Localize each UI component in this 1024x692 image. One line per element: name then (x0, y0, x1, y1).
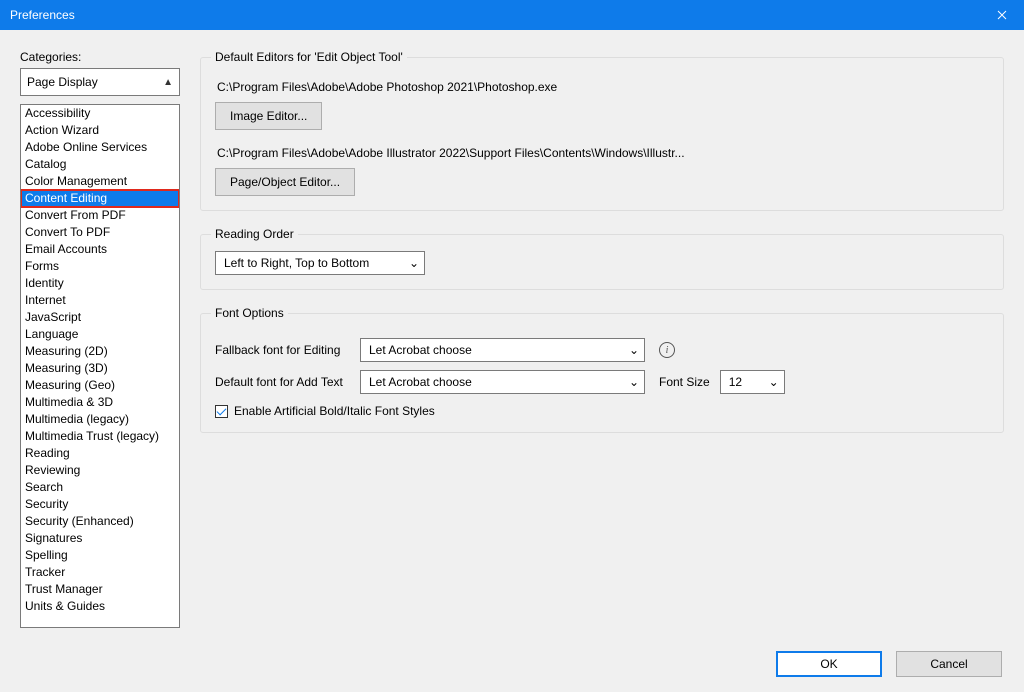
default-font-value: Let Acrobat choose (369, 375, 472, 389)
category-item[interactable]: Tracker (21, 564, 179, 581)
category-item[interactable]: Reading (21, 445, 179, 462)
category-item[interactable]: Signatures (21, 530, 179, 547)
cancel-button[interactable]: Cancel (896, 651, 1002, 677)
fallback-font-value: Let Acrobat choose (369, 343, 472, 357)
chevron-down-icon: ⌄ (626, 343, 642, 357)
category-item[interactable]: Color Management (21, 173, 179, 190)
image-editor-button[interactable]: Image Editor... (215, 102, 322, 130)
font-options-legend: Font Options (211, 306, 288, 320)
default-editors-legend: Default Editors for 'Edit Object Tool' (211, 50, 407, 64)
enable-artificial-row: Enable Artificial Bold/Italic Font Style… (215, 404, 989, 418)
category-item[interactable]: Trust Manager (21, 581, 179, 598)
chevron-down-icon: ⌄ (626, 375, 642, 389)
category-item[interactable]: Catalog (21, 156, 179, 173)
page-display-value: Page Display (27, 75, 98, 89)
category-item[interactable]: Multimedia & 3D (21, 394, 179, 411)
default-font-label: Default font for Add Text (215, 375, 360, 389)
enable-artificial-label: Enable Artificial Bold/Italic Font Style… (234, 404, 435, 418)
category-item[interactable]: Identity (21, 275, 179, 292)
page-editor-path: C:\Program Files\Adobe\Adobe Illustrator… (217, 146, 989, 160)
default-font-select[interactable]: Let Acrobat choose ⌄ (360, 370, 645, 394)
default-font-row: Default font for Add Text Let Acrobat ch… (215, 370, 989, 394)
category-item[interactable]: Accessibility (21, 105, 179, 122)
fallback-font-select[interactable]: Let Acrobat choose ⌄ (360, 338, 645, 362)
category-item[interactable]: Internet (21, 292, 179, 309)
categories-label: Categories: (20, 50, 180, 64)
dialog-body: Categories: Page Display ▲ Accessibility… (0, 30, 1024, 636)
category-item[interactable]: Adobe Online Services (21, 139, 179, 156)
settings-panel: Default Editors for 'Edit Object Tool' C… (200, 50, 1004, 636)
category-item[interactable]: Multimedia (legacy) (21, 411, 179, 428)
chevron-up-icon: ▲ (163, 77, 173, 88)
default-editors-group: Default Editors for 'Edit Object Tool' C… (200, 50, 1004, 211)
close-icon (997, 10, 1007, 20)
enable-artificial-checkbox[interactable] (215, 405, 228, 418)
font-options-group: Font Options Fallback font for Editing L… (200, 306, 1004, 433)
category-item[interactable]: Convert From PDF (21, 207, 179, 224)
categories-panel: Categories: Page Display ▲ Accessibility… (20, 50, 180, 636)
chevron-down-icon: ⌄ (766, 375, 782, 389)
category-item[interactable]: Convert To PDF (21, 224, 179, 241)
category-item[interactable]: Email Accounts (21, 241, 179, 258)
category-item[interactable]: Security (21, 496, 179, 513)
reading-order-value: Left to Right, Top to Bottom (224, 256, 369, 270)
fallback-font-row: Fallback font for Editing Let Acrobat ch… (215, 338, 989, 362)
page-object-editor-button[interactable]: Page/Object Editor... (215, 168, 355, 196)
categories-list[interactable]: AccessibilityAction WizardAdobe Online S… (20, 104, 180, 628)
titlebar: Preferences (0, 0, 1024, 30)
category-item[interactable]: Units & Guides (21, 598, 179, 615)
category-item[interactable]: Measuring (3D) (21, 360, 179, 377)
category-item[interactable]: Action Wizard (21, 122, 179, 139)
reading-order-legend: Reading Order (211, 227, 298, 241)
category-item[interactable]: Multimedia Trust (legacy) (21, 428, 179, 445)
category-item[interactable]: Forms (21, 258, 179, 275)
image-editor-path: C:\Program Files\Adobe\Adobe Photoshop 2… (217, 80, 989, 94)
close-button[interactable] (979, 0, 1024, 30)
page-display-dropdown[interactable]: Page Display ▲ (20, 68, 180, 96)
category-item[interactable]: Content Editing (21, 190, 179, 207)
category-item[interactable]: Spelling (21, 547, 179, 564)
font-size-value: 12 (729, 375, 742, 389)
font-size-label: Font Size (659, 375, 710, 389)
window-title: Preferences (10, 8, 75, 22)
fallback-font-label: Fallback font for Editing (215, 343, 360, 357)
category-item[interactable]: Measuring (2D) (21, 343, 179, 360)
dialog-footer: OK Cancel (0, 636, 1024, 692)
category-item[interactable]: Security (Enhanced) (21, 513, 179, 530)
category-item[interactable]: Reviewing (21, 462, 179, 479)
ok-button[interactable]: OK (776, 651, 882, 677)
category-item[interactable]: Measuring (Geo) (21, 377, 179, 394)
reading-order-group: Reading Order Left to Right, Top to Bott… (200, 227, 1004, 290)
category-item[interactable]: JavaScript (21, 309, 179, 326)
reading-order-select[interactable]: Left to Right, Top to Bottom ⌄ (215, 251, 425, 275)
category-item[interactable]: Language (21, 326, 179, 343)
category-item[interactable]: Search (21, 479, 179, 496)
chevron-down-icon: ⌄ (406, 256, 422, 270)
info-icon[interactable]: i (659, 342, 675, 358)
font-size-select[interactable]: 12 ⌄ (720, 370, 785, 394)
